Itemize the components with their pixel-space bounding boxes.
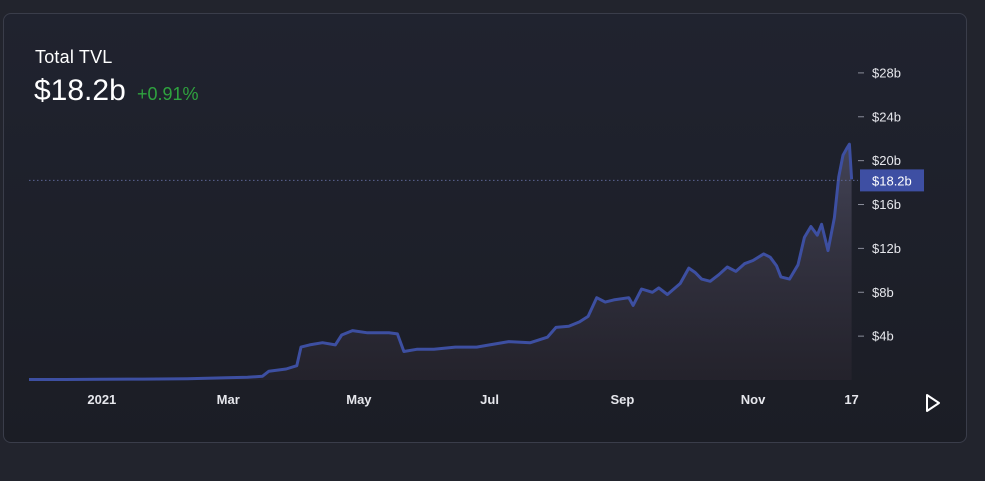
y-tick-label: $28b (872, 65, 901, 80)
current-value-label: $18.2b (872, 173, 912, 188)
x-tick-label: Jul (480, 392, 499, 407)
y-tick-label: $8b (872, 285, 894, 300)
x-tick-label: Nov (741, 392, 766, 407)
y-tick-label: $24b (872, 109, 901, 124)
x-tick-label: Sep (610, 392, 634, 407)
y-tick-label: $16b (872, 197, 901, 212)
play-icon[interactable] (922, 392, 944, 414)
y-tick-label: $12b (872, 241, 901, 256)
x-tick-label: Mar (217, 392, 240, 407)
x-tick-label: May (346, 392, 372, 407)
y-tick-label: $4b (872, 329, 894, 344)
x-tick-label: 2021 (87, 392, 116, 407)
tvl-area-chart[interactable]: $18.2b $4b $8b $12b $16b $20b $24b $28b 2021 Ma… (0, 0, 985, 481)
y-tick-label: $20b (872, 153, 901, 168)
series-area-0 (29, 144, 852, 380)
x-tick-label: 17 (844, 392, 858, 407)
